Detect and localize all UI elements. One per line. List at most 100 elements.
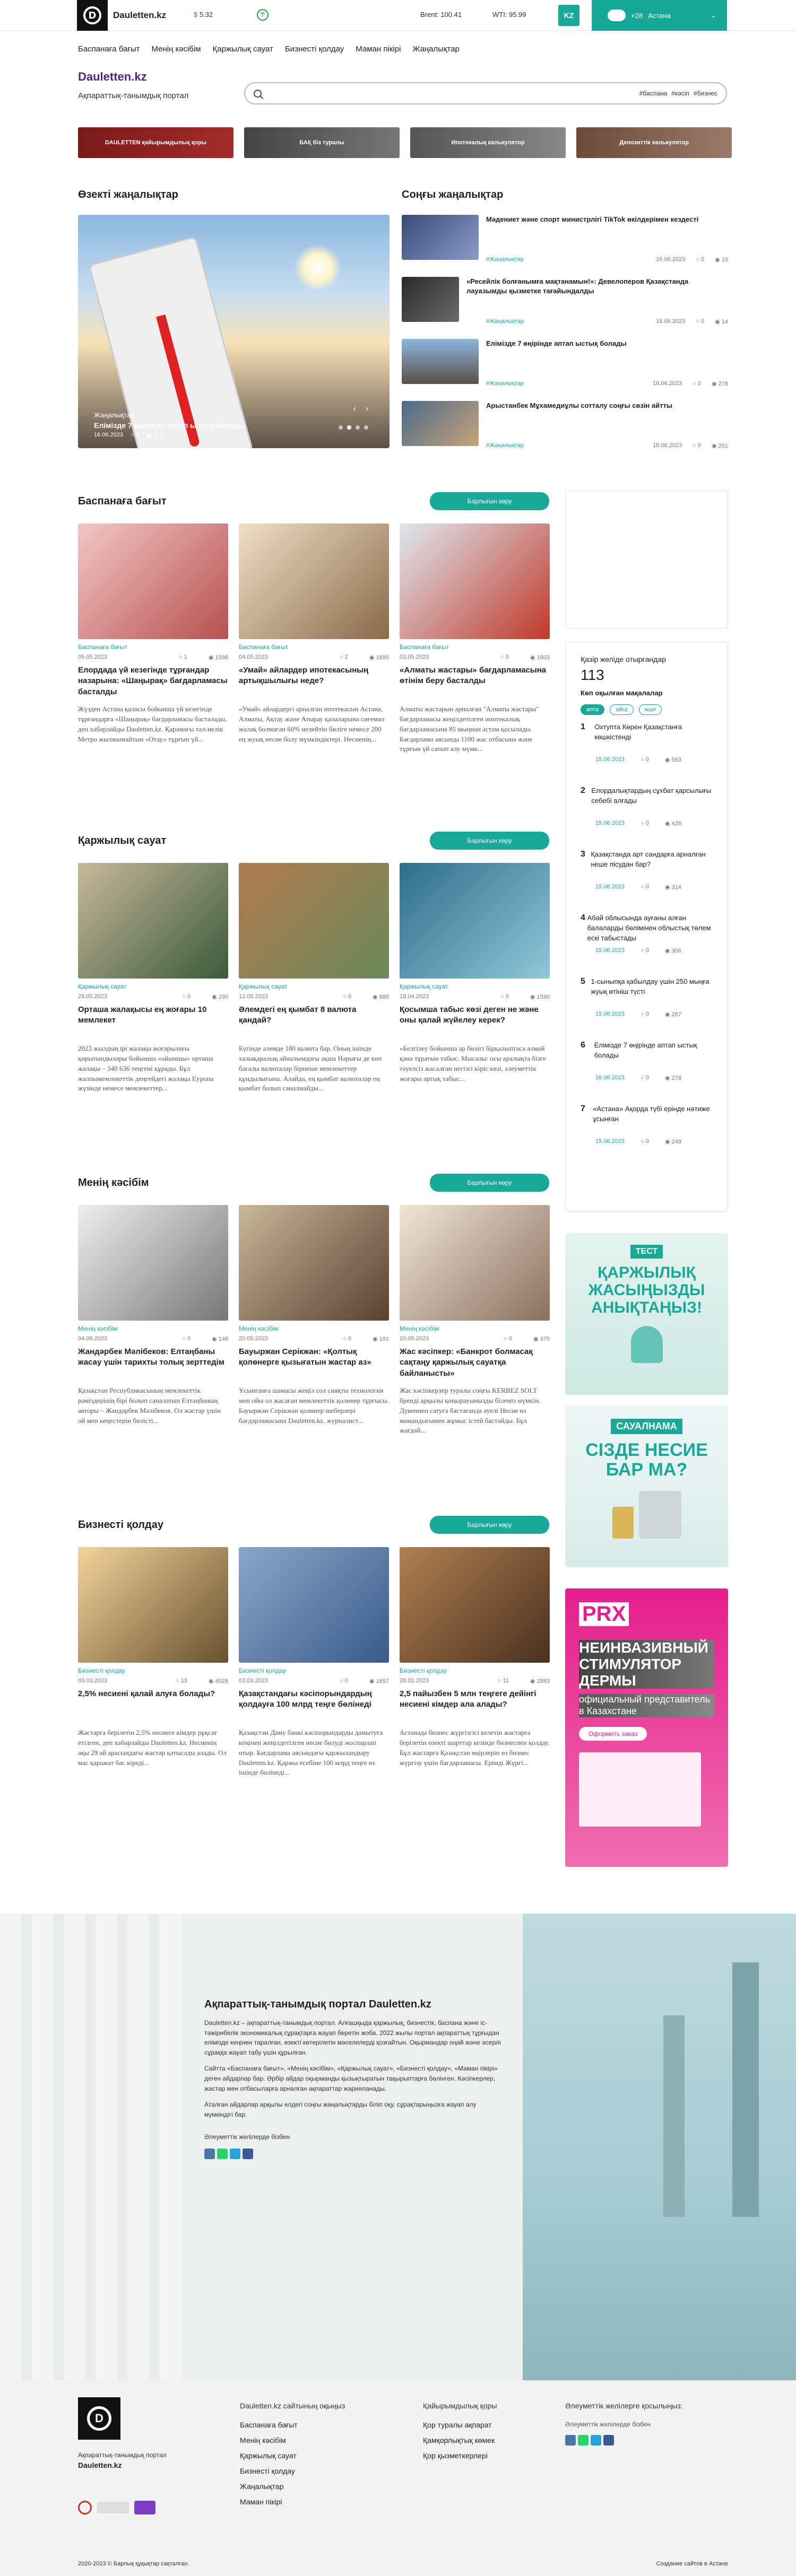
article-card[interactable]: Менің кәсібім 20.05.2023 ○ 0 ◉ 191 Бауыржа… xyxy=(239,1205,389,1436)
banner-media[interactable]: БАҚ біз туралы xyxy=(244,127,400,158)
popular-title[interactable]: Елордалықтардың сұхбат қарсылығы себебі … xyxy=(591,786,713,850)
vk-icon[interactable] xyxy=(565,2435,576,2446)
list-item[interactable]: «Ресейлік болғанымға мақтанамын!»: Девел… xyxy=(402,277,728,339)
news-category[interactable]: #Жаңалықтар xyxy=(486,442,524,449)
view-all-button[interactable]: Барлығын көру xyxy=(430,492,549,510)
article-image[interactable] xyxy=(400,863,550,979)
hero-slider[interactable]: ‹ › Жаңалықтар Елімізде 7 өңірінде аптап… xyxy=(78,215,390,448)
article-card[interactable]: Қаржылық сауат 29.05.2023 ○ 0 ◉ 290 Орташа… xyxy=(78,863,228,1094)
article-title[interactable]: 2,5 пайызбен 5 млн теңгеге дейінгі несие… xyxy=(400,1689,550,1722)
article-image[interactable] xyxy=(400,1205,550,1321)
article-title[interactable]: Жас кәсіпкер: «Банкрот болмасақ сақтаңу … xyxy=(400,1347,550,1379)
ad-credit-survey[interactable]: САУАЛНАМА СІЗДЕ НЕСИЕ БАР МА? xyxy=(565,1405,728,1567)
popular-item[interactable]: 4 Абай облысында ауғаны алған балаларды б… xyxy=(566,913,728,977)
article-category[interactable]: Бизнесті қолдау xyxy=(78,1667,228,1674)
article-category[interactable]: Бизнесті қолдау xyxy=(239,1667,389,1674)
footer-link[interactable]: Бизнесті қолдау xyxy=(240,2467,345,2475)
article-card[interactable]: Баспанаға бағыт 04.05.2023 ○ 2 ◉ 1695 «Ума… xyxy=(239,523,389,755)
article-category[interactable]: Қаржылық сауат xyxy=(239,983,389,990)
vk-icon[interactable] xyxy=(204,2148,215,2159)
nav-item-biznes[interactable]: Бизнесті қолдау xyxy=(285,45,344,54)
view-all-button[interactable]: Барлығын көру xyxy=(430,832,549,850)
tab-week[interactable]: апта xyxy=(581,704,605,715)
nav-item-kasip[interactable]: Менің кәсібім xyxy=(151,45,201,54)
list-item[interactable]: Елімізде 7 өңірінде аптап ыстық болады #… xyxy=(402,339,728,401)
article-card[interactable]: Бизнесті қолдау 03.03.2023 ○ 13 ◉ 4528 2,5… xyxy=(78,1547,228,1778)
slider-dot[interactable] xyxy=(347,425,351,430)
tag-biznes[interactable]: #бизнес xyxy=(694,90,717,97)
weather-widget[interactable]: +28 Астана ⌄ xyxy=(592,0,727,31)
article-category[interactable]: Баспанаға бағыт xyxy=(78,643,228,651)
article-image[interactable] xyxy=(239,523,389,639)
nav-item-maman[interactable]: Маман пікірі xyxy=(356,45,401,54)
tag-kasip[interactable]: #кәсіп xyxy=(671,90,689,97)
footer-logo[interactable]: D xyxy=(78,2397,120,2440)
news-title[interactable]: «Ресейлік болғанымға мақтанамын!»: Девел… xyxy=(466,277,728,339)
chevron-right-icon[interactable]: › xyxy=(366,404,368,414)
hero-category[interactable]: Жаңалықтар xyxy=(94,411,245,419)
section-title[interactable]: Баспанаға бағыт xyxy=(78,495,167,508)
article-image[interactable] xyxy=(78,863,228,979)
site-logo[interactable]: D Dauletten.kz xyxy=(77,0,166,31)
article-image[interactable] xyxy=(78,1547,228,1663)
section-title[interactable]: Менің кәсібім xyxy=(78,1177,149,1189)
search-icon[interactable] xyxy=(254,89,262,98)
footer-link[interactable]: Қор қызметкерлері xyxy=(423,2451,497,2460)
facebook-icon[interactable] xyxy=(603,2435,614,2446)
article-title[interactable]: Жандәрбек Мәлібеков: Елтаңбаны жасау үші… xyxy=(78,1347,228,1379)
news-category[interactable]: #Жаңалықтар xyxy=(486,380,524,387)
made-by-link[interactable]: Создание сайтов в Астане xyxy=(656,2561,728,2567)
chevron-left-icon[interactable]: ‹ xyxy=(353,404,356,414)
article-title[interactable]: Елордада үй кезегінде тұрғандар назарына… xyxy=(78,665,228,698)
news-title[interactable]: Елімізде 7 өңірінде аптап ыстық болады xyxy=(486,339,627,401)
footer-link[interactable]: Менің кәсібім xyxy=(240,2436,345,2444)
slider-dot[interactable] xyxy=(356,425,360,430)
article-title[interactable]: Қазақстандағы кәсіпорындардың қолдауға 1… xyxy=(239,1689,389,1722)
list-item[interactable]: Мәдениет және спорт министрлігі TikTok ө… xyxy=(402,215,728,277)
article-title[interactable]: 2,5% несиені қалай алуға болады? xyxy=(78,1689,228,1722)
view-all-button[interactable]: Барлығын көру xyxy=(430,1174,549,1192)
article-category[interactable]: Бизнесті қолдау xyxy=(400,1667,550,1674)
telegram-icon[interactable] xyxy=(591,2435,601,2446)
article-card[interactable]: Баспанаға бағыт 05.05.2023 ○ 1 ◉ 1598 Елор… xyxy=(78,523,228,755)
article-image[interactable] xyxy=(239,863,389,979)
footer-link[interactable]: Жаңалықтар xyxy=(240,2482,345,2491)
news-category[interactable]: #Жаңалықтар xyxy=(486,318,524,325)
whatsapp-icon[interactable] xyxy=(578,2435,589,2446)
facebook-icon[interactable] xyxy=(243,2148,253,2159)
news-title[interactable]: Мәдениет және спорт министрлігі TikTok ө… xyxy=(486,215,698,277)
article-title[interactable]: Әлемдегі ең қымбат 8 валюта қандай? xyxy=(239,1005,389,1037)
article-category[interactable]: Менің кәсібім xyxy=(400,1325,550,1332)
article-title[interactable]: Қосымша табыс көзі деген не және оны қал… xyxy=(400,1005,550,1037)
banner-mortgage-calc[interactable]: Ипотекалық калькулятор xyxy=(410,127,566,158)
article-title[interactable]: Бауыржан Серікжан: «Қолтық қолөнерге қыз… xyxy=(239,1347,389,1379)
banner-deposit-calc[interactable]: Депозиттік калькулятор xyxy=(576,127,732,158)
popular-item[interactable]: 3 Қазақстанда арт сандарға арналған неше … xyxy=(566,850,728,913)
news-title[interactable]: Арыстанбек Мұхамедиұлы сотталу соңғы сөз… xyxy=(486,401,672,463)
ad-prx[interactable]: PRX НЕИНВАЗИВНЫЙ СТИМУЛЯТОР ДЕРМЫ официа… xyxy=(565,1588,728,1867)
article-image[interactable] xyxy=(78,523,228,639)
footer-link[interactable]: Қор туралы ақпарат xyxy=(423,2421,497,2429)
tab-month[interactable]: айға xyxy=(610,704,634,715)
section-title[interactable]: Бизнесті қолдау xyxy=(78,1519,163,1531)
article-category[interactable]: Менің кәсібім xyxy=(239,1325,389,1332)
popular-item[interactable]: 6 Елімізде 7 өңірінде аптап ыстық болады 1… xyxy=(566,1041,728,1104)
list-item[interactable]: Арыстанбек Мұхамедиұлы сотталу соңғы сөз… xyxy=(402,401,728,463)
article-card[interactable]: Қаржылық сауат 12.05.2023 ○ 0 ◉ 888 Әлемде… xyxy=(239,863,389,1094)
telegram-icon[interactable] xyxy=(230,2148,240,2159)
language-switch[interactable]: KZ xyxy=(558,5,579,26)
popular-item[interactable]: 1 Охтупта Көрен Қазақстанға көшкістенді 15… xyxy=(566,722,728,786)
article-image[interactable] xyxy=(400,523,550,639)
search-input[interactable] xyxy=(269,89,639,98)
article-category[interactable]: Баспанаға бағыт xyxy=(400,643,550,651)
article-title[interactable]: «Умай» айлардер ипотекасының артықшылығы… xyxy=(239,665,389,698)
view-all-button[interactable]: Барлығын көру xyxy=(430,1516,549,1534)
brand-title[interactable]: Dauletten.kz xyxy=(78,70,147,84)
slider-dot[interactable] xyxy=(364,425,368,430)
popular-title[interactable]: «Астана» Ақорда түбі ерінде нәтиже ұсынғ… xyxy=(593,1104,713,1168)
footer-link[interactable]: Қамқорлықтық көмек xyxy=(423,2436,497,2444)
footer-link[interactable]: Баспанаға бағыт xyxy=(240,2421,345,2429)
article-title[interactable]: Орташа жалақысы ең жоғары 10 мемлекет xyxy=(78,1005,228,1037)
popular-title[interactable]: Абай облысында ауғаны алған балаларды бө… xyxy=(587,913,713,977)
article-card[interactable]: Баспанаға бағыт 03.05.2023 ○ 0 ◉ 1603 «Алм… xyxy=(400,523,550,755)
